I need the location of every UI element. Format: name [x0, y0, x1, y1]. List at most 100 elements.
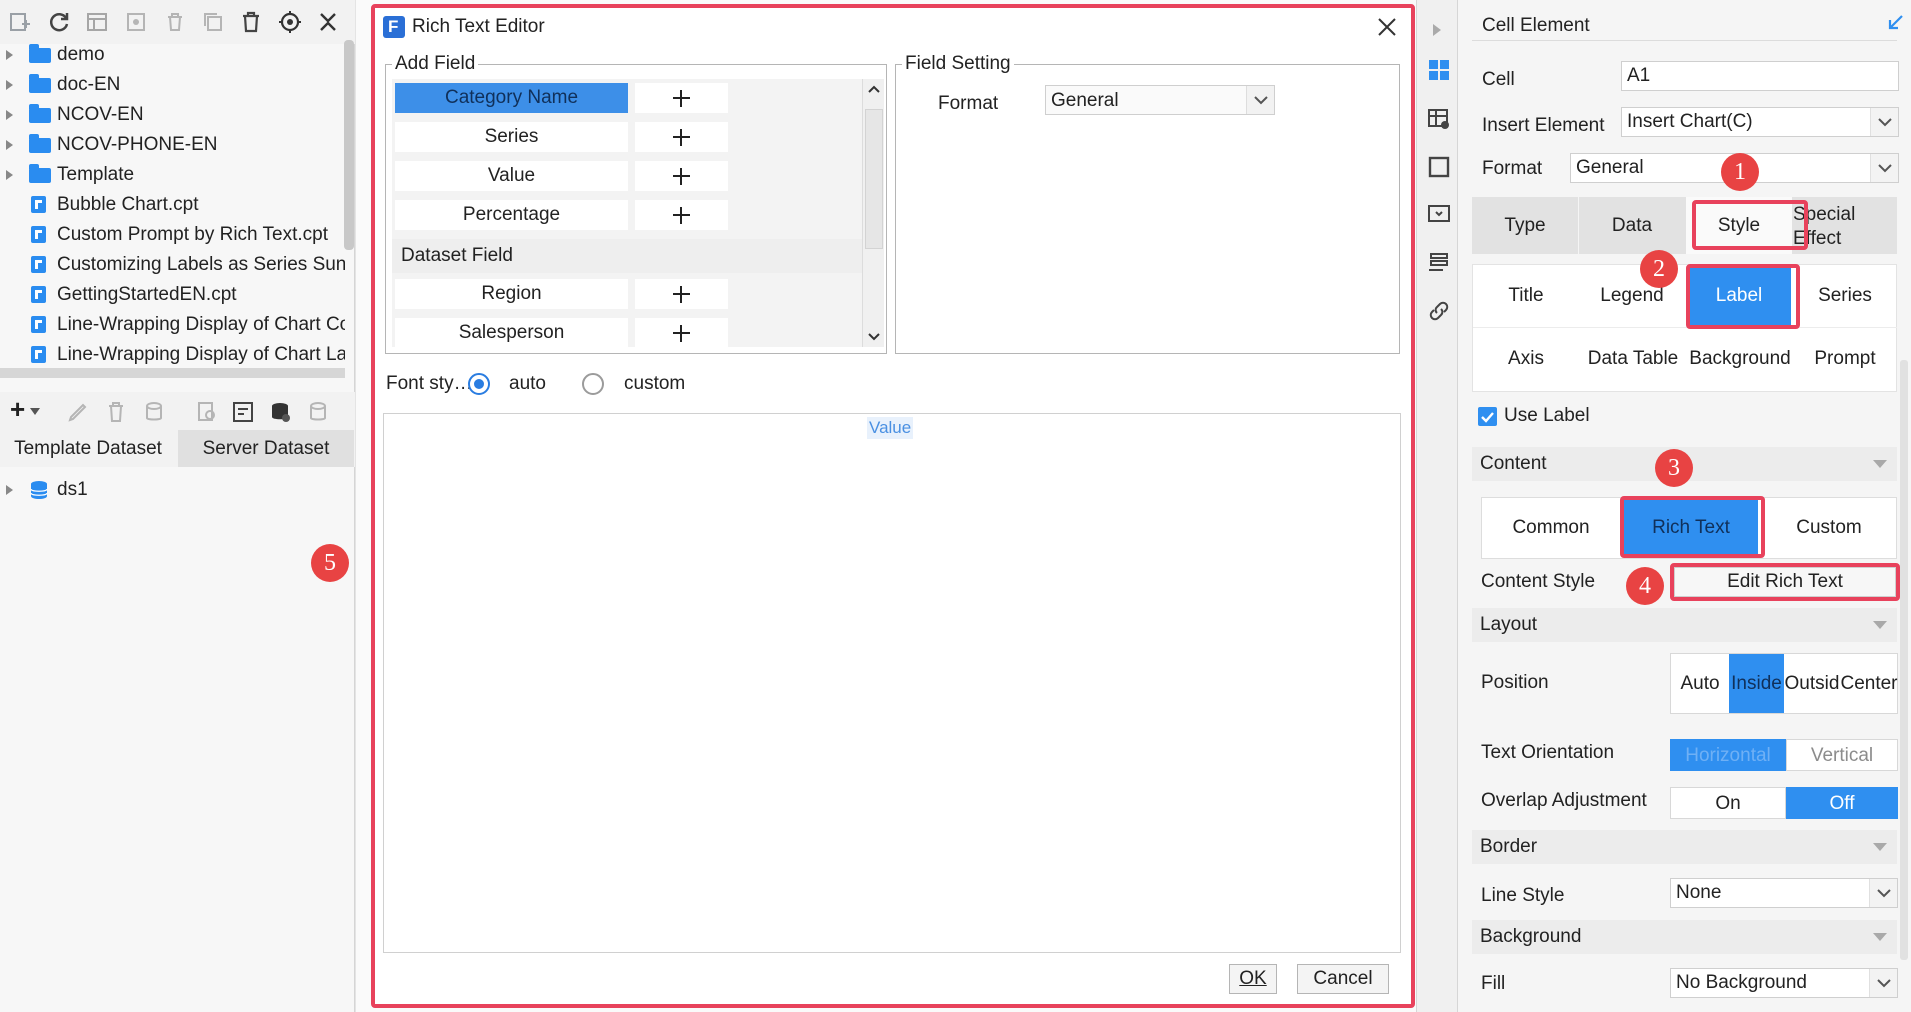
tab-label[interactable]: Label — [1687, 267, 1791, 325]
tab-server-dataset[interactable]: Server Dataset — [178, 430, 354, 467]
add-field-scrollbar[interactable] — [862, 79, 884, 347]
close-icon[interactable] — [1375, 15, 1399, 39]
collapse-triangle-icon[interactable] — [1873, 621, 1887, 629]
chevron-down-icon[interactable] — [1869, 879, 1897, 907]
add-field-plus-icon[interactable] — [635, 279, 728, 309]
tree-folder-item[interactable]: doc-EN — [0, 70, 345, 100]
tab-type[interactable]: Type — [1472, 197, 1578, 254]
expand-arrow-icon[interactable] — [6, 50, 13, 60]
hyperlink-list-icon[interactable] — [1427, 250, 1451, 274]
field-name[interactable]: Salesperson — [395, 318, 628, 347]
expand-arrow-icon[interactable] — [6, 170, 13, 180]
field-name[interactable]: Category Name — [395, 83, 628, 113]
file-tree-scrollbar[interactable] — [344, 40, 354, 250]
field-name[interactable]: Value — [395, 161, 628, 191]
open-template-icon[interactable] — [85, 10, 109, 34]
tree-file-item[interactable]: Customizing Labels as Series Sun — [0, 250, 345, 280]
scroll-thumb[interactable] — [865, 109, 883, 249]
tree-folder-item[interactable]: NCOV-EN — [0, 100, 345, 130]
expand-arrow-icon[interactable] — [6, 485, 13, 495]
preview-dataset-icon[interactable] — [195, 400, 219, 424]
tab-axis[interactable]: Axis — [1473, 328, 1579, 390]
orientation-vertical[interactable]: Vertical — [1786, 739, 1898, 771]
scroll-down-icon[interactable] — [868, 333, 880, 341]
cell-element-icon[interactable] — [1427, 58, 1451, 82]
overlap-on[interactable]: On — [1670, 787, 1786, 819]
locate-icon[interactable] — [278, 10, 302, 34]
tab-data-table[interactable]: Data Table — [1579, 328, 1687, 390]
layout-section[interactable]: Layout — [1472, 608, 1897, 642]
edit-rich-text-button[interactable]: Edit Rich Text — [1674, 567, 1896, 597]
font-style-custom-radio[interactable] — [582, 373, 604, 395]
file-tree-h-scrollbar[interactable] — [0, 368, 345, 378]
widget-settings-icon[interactable] — [1427, 155, 1451, 179]
link-icon[interactable] — [1427, 299, 1451, 323]
add-dataset-button[interactable]: + — [10, 394, 25, 425]
tree-folder-item[interactable]: Template — [0, 160, 345, 190]
content-custom-option[interactable]: Custom — [1760, 498, 1898, 558]
add-field-plus-icon[interactable] — [635, 83, 728, 113]
collapse-triangle-icon[interactable] — [1873, 460, 1887, 468]
ok-button[interactable]: OK — [1229, 964, 1277, 994]
cancel-button[interactable]: Cancel — [1297, 964, 1389, 994]
chevron-down-icon[interactable] — [1869, 969, 1897, 997]
use-label-checkbox[interactable] — [1478, 407, 1497, 426]
font-style-auto-label[interactable]: auto — [509, 373, 546, 395]
border-section[interactable]: Border — [1472, 830, 1897, 864]
delete-file-icon[interactable] — [163, 10, 187, 34]
tab-style[interactable]: Style — [1686, 197, 1792, 254]
server-database-icon[interactable] — [268, 400, 292, 424]
chevron-down-icon[interactable] — [1246, 86, 1274, 114]
add-field-plus-icon[interactable] — [635, 200, 728, 230]
dataset-item[interactable]: ds1 — [0, 475, 345, 505]
orientation-horizontal[interactable]: Horizontal — [1670, 739, 1786, 771]
format-select[interactable]: General — [1045, 85, 1275, 115]
overlap-off[interactable]: Off — [1786, 787, 1898, 819]
delete-dataset-icon[interactable] — [104, 400, 128, 424]
tree-file-item[interactable]: Custom Prompt by Rich Text.cpt — [0, 220, 345, 250]
position-auto[interactable]: Auto — [1671, 654, 1729, 713]
add-field-plus-icon[interactable] — [635, 161, 728, 191]
panel-scrollbar[interactable] — [1900, 360, 1908, 960]
tree-file-item[interactable]: Line-Wrapping Display of Chart Co — [0, 310, 345, 340]
edit-dataset-icon[interactable] — [66, 400, 90, 424]
tree-file-item[interactable]: Bubble Chart.cpt — [0, 190, 345, 220]
copy-icon[interactable] — [201, 10, 225, 34]
expand-arrow-icon[interactable] — [6, 140, 13, 150]
connect-database-icon[interactable] — [306, 400, 330, 424]
pin-arrow-icon[interactable] — [1886, 14, 1904, 32]
tab-prompt[interactable]: Prompt — [1793, 328, 1897, 390]
collapse-all-icon[interactable] — [316, 10, 340, 34]
add-dataset-dropdown-icon[interactable] — [30, 408, 40, 416]
font-style-auto-radio[interactable] — [468, 373, 490, 395]
collapse-triangle-icon[interactable] — [1873, 933, 1887, 941]
condition-attribute-icon[interactable] — [1427, 202, 1451, 226]
chevron-down-icon[interactable] — [1870, 154, 1898, 182]
position-center[interactable]: Center — [1840, 654, 1898, 713]
tab-background[interactable]: Background — [1687, 328, 1793, 390]
tab-special-effect[interactable]: Special Effect — [1793, 203, 1868, 253]
expand-panel-icon[interactable] — [1433, 24, 1442, 36]
field-name[interactable]: Region — [395, 279, 628, 309]
cell-input[interactable]: A1 — [1621, 61, 1899, 91]
content-rich-text-option[interactable]: Rich Text — [1624, 500, 1758, 556]
refresh-icon[interactable] — [47, 10, 71, 34]
content-common-option[interactable]: Common — [1482, 498, 1620, 558]
font-style-custom-label[interactable]: custom — [624, 373, 685, 395]
value-field-chip[interactable]: Value — [867, 417, 914, 439]
expand-arrow-icon[interactable] — [6, 110, 13, 120]
background-section[interactable]: Background — [1472, 920, 1897, 954]
tab-data[interactable]: Data — [1579, 197, 1685, 254]
tree-folder-item[interactable]: NCOV-PHONE-EN — [0, 130, 345, 160]
add-field-plus-icon[interactable] — [635, 122, 728, 152]
new-template-icon[interactable] — [8, 10, 32, 34]
rich-text-editor-area[interactable]: Value — [383, 413, 1401, 953]
add-field-plus-icon[interactable] — [635, 318, 728, 347]
dataset-param-icon[interactable] — [231, 400, 255, 424]
tree-file-item[interactable]: Line-Wrapping Display of Chart Lal — [0, 340, 345, 370]
use-label-text[interactable]: Use Label — [1504, 405, 1590, 427]
line-style-select[interactable]: None — [1670, 878, 1898, 908]
tab-template-dataset[interactable]: Template Dataset — [0, 430, 176, 467]
scroll-up-icon[interactable] — [868, 85, 880, 93]
fill-select[interactable]: No Background — [1670, 968, 1898, 998]
